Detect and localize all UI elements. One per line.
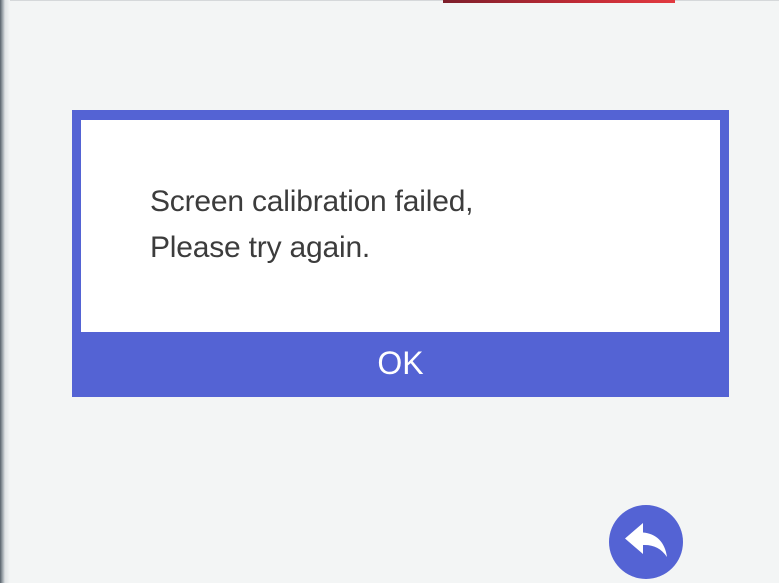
message-line-2: Please try again. [150, 231, 371, 264]
left-edge-bezel [0, 0, 10, 583]
dialog-message-area: Screen calibration failed, Please try ag… [81, 120, 720, 332]
calibration-screen: Screen calibration failed, Please try ag… [0, 0, 779, 583]
top-status-strip [443, 0, 675, 3]
calibration-failed-dialog: Screen calibration failed, Please try ag… [72, 110, 729, 397]
back-button[interactable] [609, 505, 683, 579]
dialog-message: Screen calibration failed, Please try ag… [150, 179, 474, 271]
ok-button[interactable]: OK [81, 332, 720, 397]
message-line-1: Screen calibration failed, [150, 185, 474, 218]
back-arrow-icon [625, 523, 667, 557]
